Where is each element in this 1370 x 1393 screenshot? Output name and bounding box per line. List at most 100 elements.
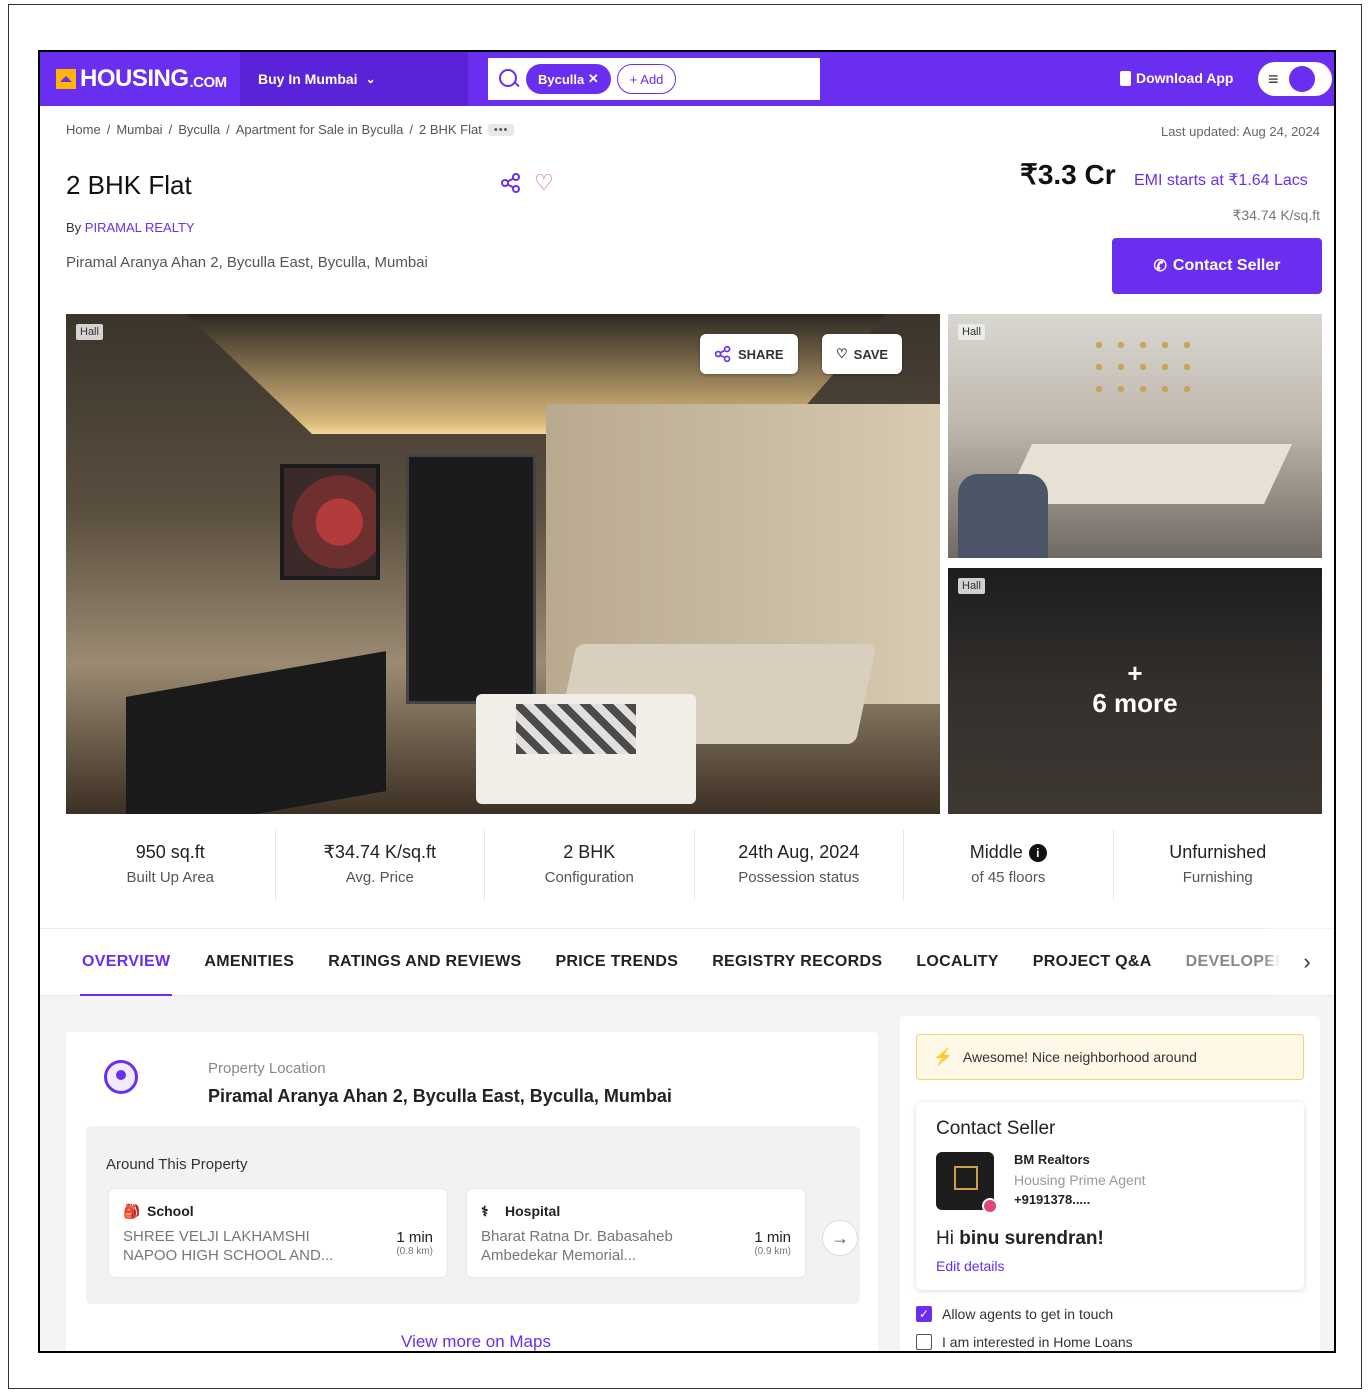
photo-chair (958, 474, 1048, 558)
poi-distance: (0.9 km) (754, 1246, 791, 1257)
save-button[interactable]: ♡ SAVE (822, 334, 903, 374)
hospital-icon: ⚕ (481, 1203, 489, 1219)
breadcrumb-separator: / (409, 122, 413, 137)
stat-value: ₹34.74 K/sq.ft (323, 842, 437, 862)
hamburger-icon: ≡ (1268, 68, 1279, 89)
locality-chip[interactable]: Byculla ✕ (526, 64, 611, 94)
info-icon[interactable]: i (1028, 844, 1047, 862)
greeting: Hi binu surendran! (936, 1228, 1104, 1250)
contact-seller-button[interactable]: ✆ Contact Seller (1112, 238, 1322, 294)
agent-role: Housing Prime Agent (1014, 1172, 1146, 1188)
poi-name: SHREE VELJI LAKHAMSHI NAPOO HIGH SCHOOL … (123, 1228, 334, 1264)
breadcrumb-apartments[interactable]: Apartment for Sale in Byculla (236, 122, 404, 137)
more-count: 6 more (1092, 688, 1178, 718)
phone-icon (1120, 70, 1131, 86)
checkbox-unchecked-icon[interactable] (916, 1334, 932, 1350)
poi-minutes: 1 min (396, 1229, 433, 1246)
share-icon (714, 345, 731, 363)
stat-label: Configuration (544, 869, 634, 886)
heart-icon: ♡ (836, 346, 848, 361)
photo-tag: Hall (958, 324, 985, 340)
poi-type: School (147, 1203, 194, 1219)
breadcrumb-byculla[interactable]: Byculla (178, 122, 220, 137)
contact-seller-card: Contact Seller BM Realtors Housing Prime… (916, 1102, 1304, 1290)
home-loans-label: I am interested in Home Loans (942, 1334, 1133, 1350)
breadcrumb-separator: / (106, 122, 111, 137)
main-photo[interactable]: Hall SHARE ♡ SAVE (66, 314, 940, 814)
photo-tag: Hall (76, 324, 103, 340)
close-icon[interactable]: ✕ (588, 71, 599, 87)
chevron-down-icon: ⌄ (365, 72, 376, 86)
poi-distance: (0.8 km) (396, 1246, 433, 1257)
price-per-sqft: ₹34.74 K/sq.ft (1232, 207, 1320, 223)
tab-project-qa[interactable]: PROJECT Q&A (1033, 928, 1152, 996)
poi-name: Bharat Ratna Dr. Babasaheb Ambedekar Mem… (481, 1228, 673, 1264)
share-icon[interactable] (500, 172, 522, 194)
search-box[interactable]: Byculla ✕ + Add (488, 58, 820, 100)
logo-suffix: .COM (189, 73, 228, 91)
tab-overview[interactable]: OVERVIEW (79, 928, 173, 997)
edit-details-link[interactable]: Edit details (936, 1258, 1004, 1274)
school-icon: 🎒 (123, 1203, 141, 1219)
tab-developer[interactable]: DEVELOPER (1186, 928, 1287, 996)
location-label: Property Location (208, 1060, 326, 1077)
poi-time: 1 min (0.8 km) (396, 1229, 433, 1257)
emi-link[interactable]: EMI starts at ₹1.64 Lacs (1134, 170, 1308, 190)
breadcrumb-separator: / (226, 122, 230, 137)
stat-value: Middle (969, 842, 1023, 862)
view-more-maps-link[interactable]: View more on Maps (386, 1332, 566, 1351)
arrow-right-icon[interactable]: → (822, 1220, 858, 1256)
stat-label: Possession status (738, 869, 860, 886)
housing-logo[interactable]: HOUSING .COM (56, 65, 228, 92)
photo-tag: Hall (958, 578, 985, 594)
breadcrumb: Home / Mumbai / Byculla / Apartment for Sal… (66, 122, 515, 137)
location-card: Property Location Piramal Aranya Ahan 2,… (66, 1032, 878, 1351)
download-app-link[interactable]: Download App (1120, 70, 1233, 86)
heart-icon[interactable]: ♡ (534, 172, 556, 194)
phone-icon: ✆ (1153, 258, 1167, 275)
photo-desk (126, 651, 386, 814)
photo-artwork (280, 464, 380, 580)
section-tabs: OVERVIEW AMENITIES RATINGS AND REVIEWS P… (40, 928, 1334, 997)
more-options-button[interactable]: ••• (487, 123, 515, 136)
allow-agents-checkbox[interactable]: ✓ Allow agents to get in touch (916, 1306, 1113, 1322)
photo-chessboard (516, 704, 636, 754)
stat-label: Built Up Area (126, 869, 215, 886)
tab-price-trends[interactable]: PRICE TRENDS (555, 928, 678, 996)
around-title: Around This Property (106, 1156, 248, 1173)
breadcrumb-mumbai[interactable]: Mumbai (116, 122, 162, 137)
poi-minutes: 1 min (754, 1229, 791, 1246)
title-actions: ♡ (500, 172, 556, 194)
breadcrumb-current: 2 BHK Flat (419, 122, 482, 137)
price: ₹3.3 Cr (1020, 159, 1116, 190)
prime-badge-icon (982, 1198, 998, 1214)
tab-amenities[interactable]: AMENITIES (204, 928, 294, 996)
contact-seller-label: Contact Seller (1172, 257, 1281, 274)
poi-type: Hospital (505, 1203, 561, 1219)
last-updated: Last updated: Aug 24, 2024 (1160, 124, 1320, 139)
page-title: 2 BHK Flat (66, 170, 192, 200)
share-button[interactable]: SHARE (700, 334, 798, 374)
checkbox-checked-icon[interactable]: ✓ (916, 1306, 932, 1322)
tab-ratings[interactable]: RATINGS AND REVIEWS (328, 928, 521, 996)
city-menu-button[interactable]: Buy In Mumbai ⌄ (240, 52, 468, 106)
property-address: Piramal Aranya Ahan 2, Byculla East, Byc… (66, 254, 428, 271)
download-app-label: Download App (1136, 70, 1234, 86)
breadcrumb-separator: / (168, 122, 173, 137)
thumbnail-photo-more[interactable]: Hall + 6 more (948, 568, 1322, 814)
poi-card-school[interactable]: 🎒 School SHREE VELJI LAKHAMSHI NAPOO HIGH… (108, 1188, 448, 1278)
home-loans-checkbox[interactable]: I am interested in Home Loans (916, 1334, 1133, 1350)
add-locality-chip[interactable]: + Add (616, 64, 677, 94)
user-menu-button[interactable]: ≡ (1258, 62, 1332, 96)
by-prefix: By (66, 220, 82, 235)
tab-locality[interactable]: LOCALITY (916, 928, 998, 996)
poi-card-hospital[interactable]: ⚕ Hospital Bharat Ratna Dr. Babasaheb Amb… (466, 1188, 806, 1278)
developer-link[interactable]: PIRAMAL REALTY (85, 220, 195, 235)
agent-phone: +9191378..... (1014, 1192, 1091, 1207)
thumbnail-photo-1[interactable]: Hall (948, 314, 1322, 558)
location-address: Piramal Aranya Ahan 2, Byculla East, Byc… (208, 1086, 672, 1106)
chevron-right-icon[interactable]: › (1280, 929, 1334, 995)
breadcrumb-home[interactable]: Home (66, 122, 101, 137)
stat-configuration: 2 BHK Configuration (485, 830, 695, 900)
tab-registry[interactable]: REGISTRY RECORDS (712, 928, 882, 996)
